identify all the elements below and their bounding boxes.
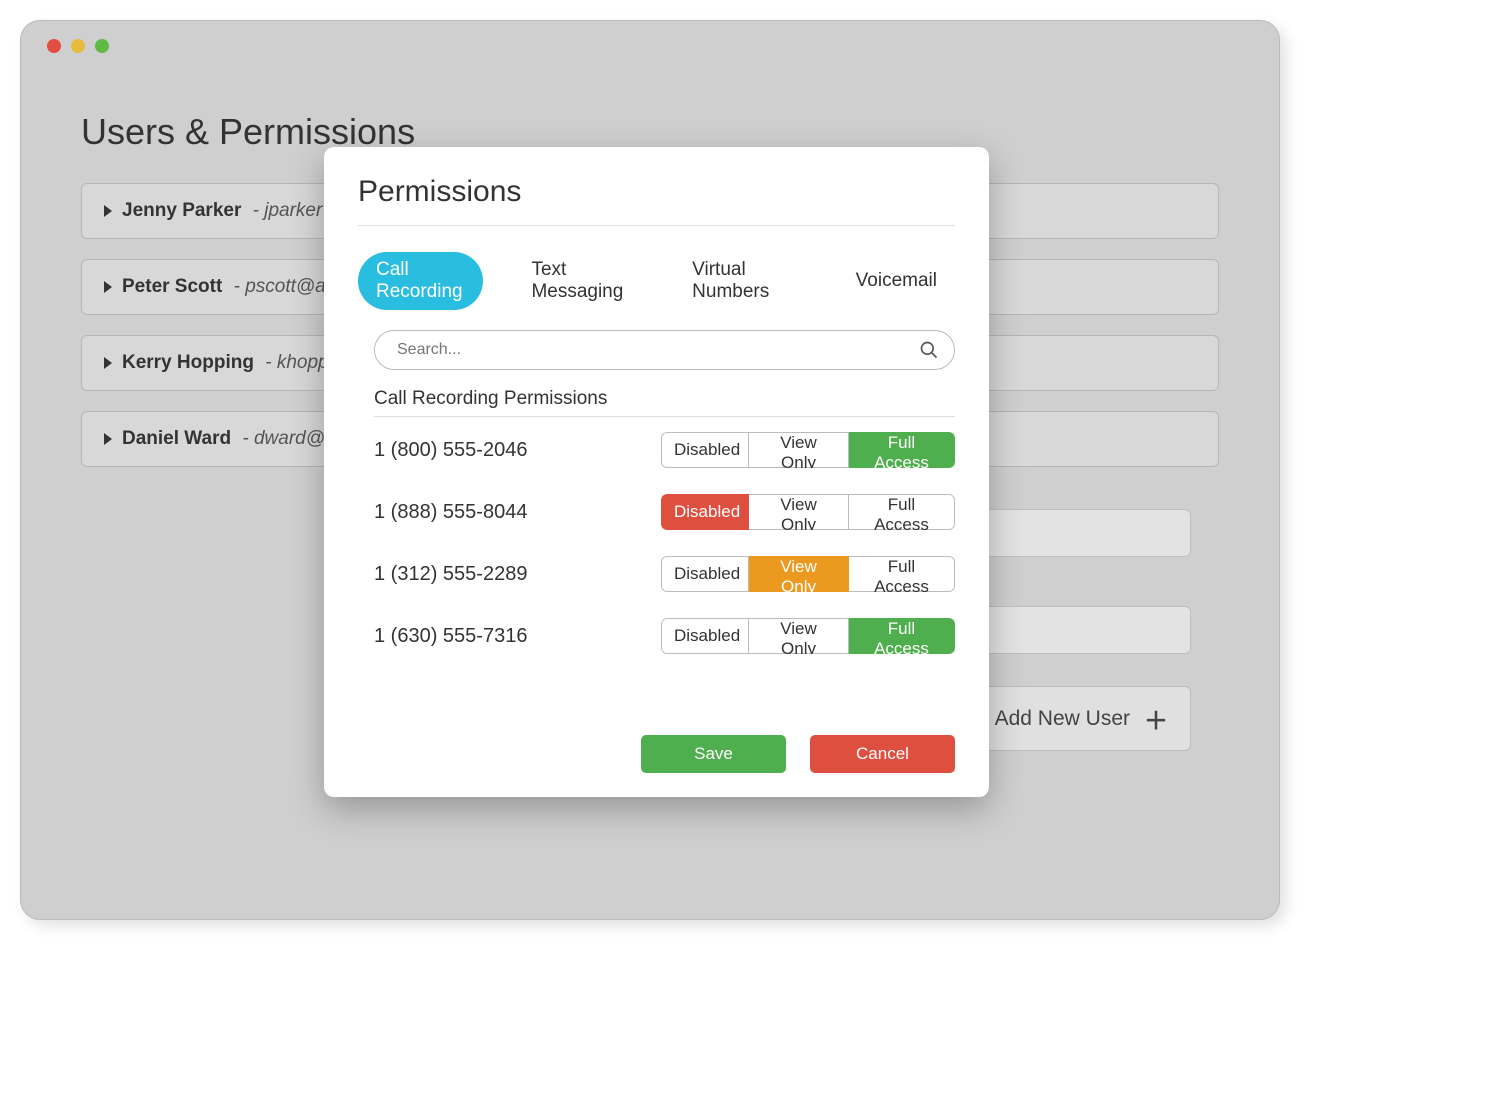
option-disabled[interactable]: Disabled [661,556,749,592]
modal-actions: Save Cancel [358,735,955,773]
search-wrap [374,330,955,370]
option-view-only[interactable]: View Only [749,556,849,592]
permission-row: 1 (888) 555-8044 DisabledView OnlyFull Ac… [374,479,955,541]
tab-voicemail[interactable]: Voicemail [838,263,955,299]
tab-virtual-numbers[interactable]: Virtual Numbers [674,252,808,310]
save-button[interactable]: Save [641,735,786,773]
option-full-access[interactable]: Full Access [849,432,955,468]
modal-title: Permissions [358,175,955,226]
caret-right-icon [104,281,112,293]
permissions-list: 1 (800) 555-2046DisabledView OnlyFull Ac… [374,416,955,665]
app-window: Users & Permissions Jenny Parker - jpark… [20,20,1280,920]
search-icon [919,340,939,360]
window-zoom-icon[interactable] [95,39,109,53]
add-user-label: Add New User [995,707,1130,731]
caret-right-icon [104,205,112,217]
user-name: Jenny Parker [122,200,241,222]
option-view-only[interactable]: View Only [749,432,849,468]
option-full-access[interactable]: Full Access [849,494,955,530]
permission-segmented-control: DisabledView OnlyFull Access [661,494,955,530]
tab-text-messaging[interactable]: Text Messaging [513,252,644,310]
option-disabled[interactable]: Disabled [661,494,749,530]
permission-row: 1 (312) 555-2289 DisabledView OnlyFull Ac… [374,541,955,603]
window-controls [47,39,109,53]
caret-right-icon [104,433,112,445]
option-full-access[interactable]: Full Access [849,556,955,592]
option-disabled[interactable]: Disabled [661,618,749,654]
plus-icon: ＋ [1144,701,1168,736]
tab-call-recording[interactable]: Call Recording [358,252,483,310]
phone-number: 1 (312) 555-2289 [374,563,527,586]
user-name: Kerry Hopping [122,352,254,374]
phone-number: 1 (888) 555-8044 [374,501,527,524]
permission-row: 1 (800) 555-2046 DisabledView OnlyFull Ac… [374,417,955,479]
user-name: Peter Scott [122,276,222,298]
option-disabled[interactable]: Disabled [661,432,749,468]
user-name: Daniel Ward [122,428,231,450]
phone-number: 1 (800) 555-2046 [374,439,527,462]
cancel-button[interactable]: Cancel [810,735,955,773]
window-minimize-icon[interactable] [71,39,85,53]
permission-segmented-control: DisabledView OnlyFull Access [661,618,955,654]
modal-tabs: Call Recording Text Messaging Virtual Numb… [358,252,955,310]
permissions-modal: Permissions Call Recording Text Messaging… [324,147,989,797]
permission-segmented-control: DisabledView OnlyFull Access [661,432,955,468]
caret-right-icon [104,357,112,369]
option-view-only[interactable]: View Only [749,494,849,530]
permission-row: 1 (630) 555-7316 DisabledView OnlyFull Ac… [374,603,955,665]
search-input[interactable] [374,330,955,370]
option-full-access[interactable]: Full Access [849,618,955,654]
section-label: Call Recording Permissions [374,388,955,410]
permission-segmented-control: DisabledView OnlyFull Access [661,556,955,592]
window-close-icon[interactable] [47,39,61,53]
option-view-only[interactable]: View Only [749,618,849,654]
add-user-button[interactable]: Add New User ＋ [972,686,1191,751]
phone-number: 1 (630) 555-7316 [374,625,527,648]
